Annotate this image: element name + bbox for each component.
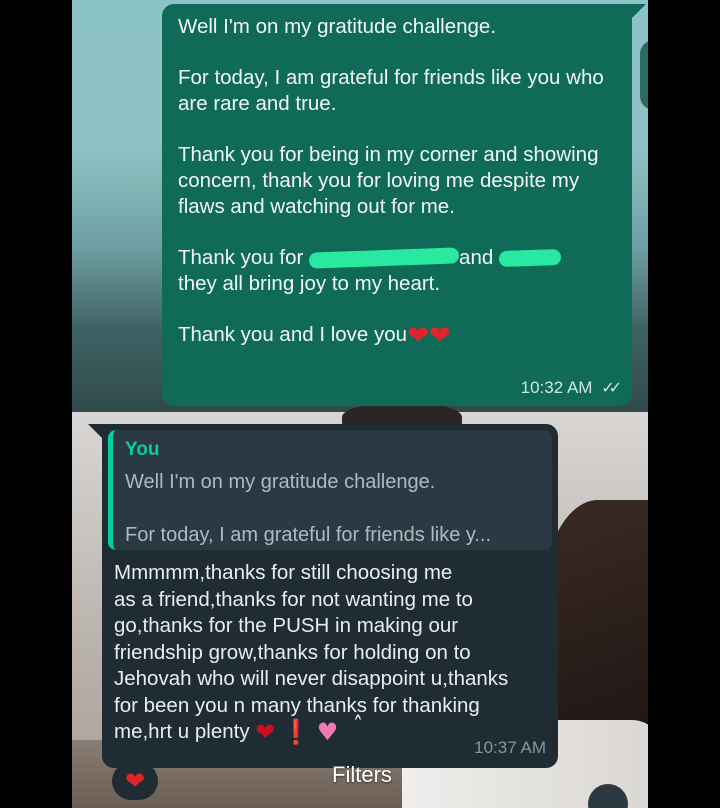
message-paragraph: Well I'm on my gratitude challenge. xyxy=(178,15,497,38)
message-paragraph: Thank you for being in my corner and sho… xyxy=(178,143,599,218)
message-line: as a friend,thanks for not wanting me to xyxy=(114,587,473,611)
message-time: 10:37 AM xyxy=(474,738,546,757)
double-check-icon: ✓✓ xyxy=(601,380,622,397)
message-meta: 10:32 AM ✓✓ xyxy=(520,378,622,398)
message-line: Jehovah who will never disappoint u,than… xyxy=(114,667,509,690)
message-paragraph-thanks: Thank you for and they all bring joy to … xyxy=(178,245,616,297)
message-line: Mmmmm,thanks for still choosing me xyxy=(114,561,453,584)
thanks-and: and xyxy=(459,246,494,269)
chevron-up-icon[interactable]: ˄ xyxy=(348,714,368,734)
outgoing-message-bubble[interactable]: Well I'm on my gratitude challenge. For … xyxy=(162,4,646,406)
quote-line: For today, I am grateful for friends lik… xyxy=(125,524,492,546)
sparkling-heart-emoji: ♥ xyxy=(316,718,339,746)
bubble-tail xyxy=(88,424,102,438)
thanks-prefix: Thank you for xyxy=(178,246,304,269)
message-paragraph: For today, I am grateful for friends lik… xyxy=(178,66,604,115)
message-line-last: me,hrt u plenty ❤ ❗ ♥ xyxy=(114,719,534,746)
outgoing-message-text: Well I'm on my gratitude challenge. For … xyxy=(178,14,616,351)
quote-line: Well I'm on my gratitude challenge. xyxy=(125,471,436,493)
quoted-reply[interactable]: You Well I'm on my gratitude challenge. … xyxy=(108,430,552,550)
message-line: go,thanks for the PUSH in making our xyxy=(114,614,459,637)
chat-screenshot: Well I'm on my gratitude challenge. For … xyxy=(72,0,648,808)
closing-text: Thank you and I love you xyxy=(178,323,408,346)
incoming-message-bubble[interactable]: You Well I'm on my gratitude challenge. … xyxy=(88,424,558,768)
quote-author: You xyxy=(125,439,160,460)
message-line: me,hrt u plenty xyxy=(114,720,250,743)
reaction-badge[interactable]: ❤ xyxy=(112,762,158,800)
message-line: friendship grow,thanks for holding on to xyxy=(114,640,471,664)
thanks-suffix: they all bring joy to my heart. xyxy=(178,272,441,295)
redaction-mark xyxy=(308,247,460,269)
red-heart-emoji: ❤ xyxy=(255,718,276,746)
incoming-message-text: Mmmmm,thanks for still choosing me as a … xyxy=(114,560,534,746)
filters-label[interactable]: Filters xyxy=(312,762,412,788)
partial-bubble-edge xyxy=(640,40,648,110)
message-paragraph-closing: Thank you and I love you❤❤ xyxy=(178,321,616,351)
message-line: for been you n many thanks for thanking xyxy=(114,693,480,717)
red-heart-emoji: ❤❤ xyxy=(407,321,451,351)
heart-exclamation-emoji: ❗ xyxy=(281,718,311,746)
bubble-tail xyxy=(632,4,646,18)
message-time: 10:32 AM xyxy=(520,378,593,397)
redaction-mark xyxy=(498,248,562,268)
